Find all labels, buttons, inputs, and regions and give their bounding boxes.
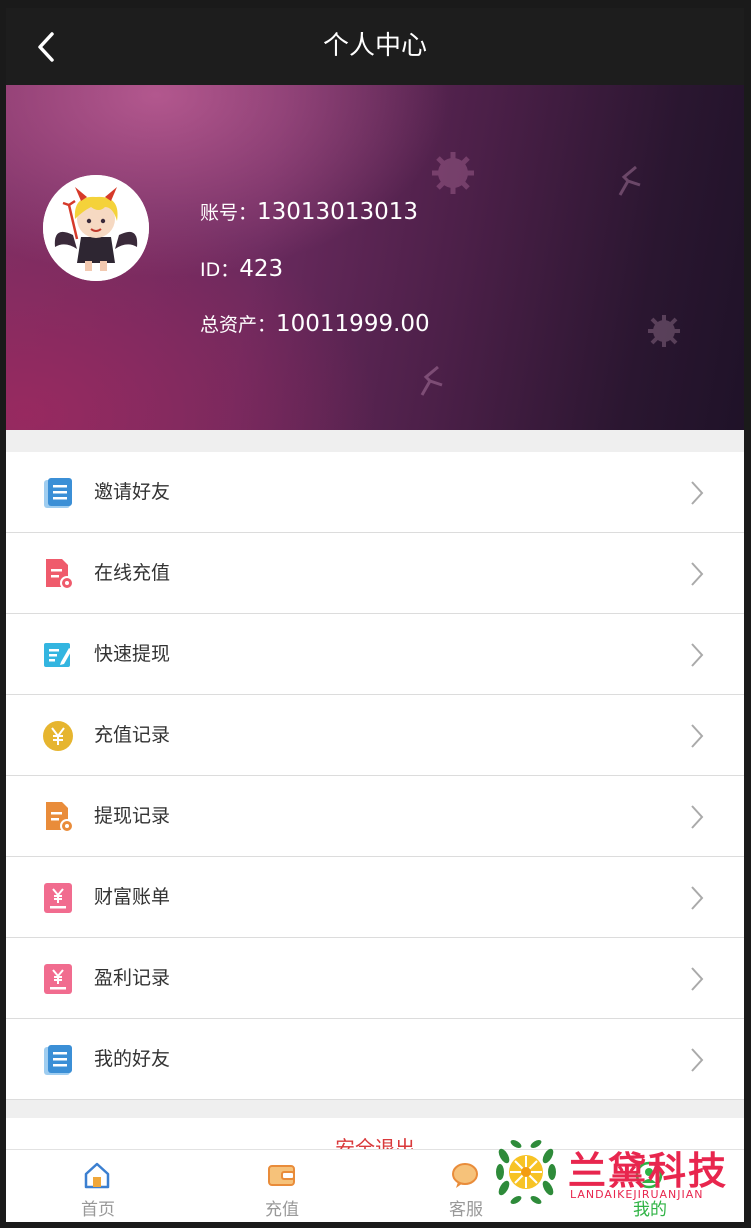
- yen-coin-icon: [43, 721, 73, 751]
- chevron-right-icon: [691, 886, 704, 910]
- menu-item-wealth-bill[interactable]: 财富账单: [6, 857, 744, 938]
- menu-list: 邀请好友 在线充值 快速提现 充值记录 提现记录 财富账单 盈利记录 我的好友: [6, 452, 744, 1100]
- yen-receipt-icon: [44, 964, 72, 994]
- header-bar: 个人中心: [6, 8, 744, 85]
- menu-item-label: 快速提现: [94, 643, 171, 665]
- watermark-title: 兰黛科技: [568, 1149, 729, 1193]
- menu-item-label: 提现记录: [94, 805, 171, 827]
- watermark-subtitle: LANDAIKEJIRUANJIAN: [570, 1188, 704, 1201]
- menu-item-label: 充值记录: [94, 724, 171, 746]
- menu-item-withdraw-records[interactable]: 提现记录: [6, 776, 744, 857]
- devil-avatar-icon: [43, 175, 149, 281]
- document-coin-icon: [46, 559, 74, 590]
- assets-label: 总资产：: [200, 314, 277, 336]
- page-title: 个人中心: [322, 31, 427, 61]
- tab-home[interactable]: 首页: [6, 1150, 190, 1222]
- gear-decoration-icon: [648, 315, 680, 347]
- menu-item-quick-withdraw[interactable]: 快速提现: [6, 614, 744, 695]
- chevron-right-icon: [691, 481, 704, 505]
- chevron-right-icon: [691, 562, 704, 586]
- id-row: ID：423: [200, 255, 283, 282]
- menu-item-label: 财富账单: [94, 886, 171, 908]
- sparkle-decoration-icon: [618, 165, 641, 196]
- profile-banner: 账号：13013013013 ID：423 总资产：10011999.00: [6, 85, 744, 430]
- yen-receipt-icon: [44, 883, 72, 913]
- menu-item-label: 邀请好友: [94, 481, 171, 503]
- tab-label: 充值: [265, 1200, 299, 1220]
- menu-item-label: 我的好友: [94, 1048, 171, 1070]
- wallet-icon: [268, 1165, 295, 1186]
- chevron-right-icon: [691, 643, 704, 667]
- sparkle-decoration-icon: [420, 365, 443, 396]
- menu-item-recharge-records[interactable]: 充值记录: [6, 695, 744, 776]
- account-label: 账号：: [200, 202, 258, 224]
- chevron-right-icon: [691, 724, 704, 748]
- id-label: ID：: [200, 259, 240, 281]
- chevron-right-icon: [691, 805, 704, 829]
- menu-item-label: 盈利记录: [94, 967, 171, 989]
- assets-value: 10011999.00: [276, 311, 430, 337]
- app-frame: 个人中心 账号：13013013013 ID：423 总资产：10011999.…: [6, 8, 744, 1222]
- menu-item-invite-friends[interactable]: 邀请好友: [6, 452, 744, 533]
- menu-item-my-friends[interactable]: 我的好友: [6, 1019, 744, 1100]
- tab-recharge[interactable]: 充值: [190, 1150, 374, 1222]
- chat-icon: [452, 1163, 478, 1188]
- chevron-right-icon: [691, 1048, 704, 1072]
- avatar[interactable]: [43, 175, 149, 281]
- tab-label: 首页: [81, 1200, 115, 1220]
- gear-decoration-icon: [432, 152, 474, 194]
- account-value: 13013013013: [257, 199, 418, 225]
- laurel-sun-logo-icon: [496, 1140, 556, 1204]
- assets-row: 总资产：10011999.00: [200, 310, 430, 337]
- home-icon: [84, 1162, 110, 1189]
- edit-list-icon: [44, 643, 72, 667]
- account-row: 账号：13013013013: [200, 198, 418, 225]
- id-value: 423: [239, 256, 284, 282]
- chevron-right-icon: [691, 967, 704, 991]
- book-icon: [44, 478, 72, 508]
- book-icon: [44, 1045, 72, 1075]
- menu-item-online-recharge[interactable]: 在线充值: [6, 533, 744, 614]
- brand-watermark: 兰黛科技 LANDAIKEJIRUANJIAN: [490, 1136, 744, 1208]
- menu-item-profit-records[interactable]: 盈利记录: [6, 938, 744, 1019]
- menu-item-label: 在线充值: [94, 562, 171, 584]
- document-coin-icon: [46, 802, 74, 833]
